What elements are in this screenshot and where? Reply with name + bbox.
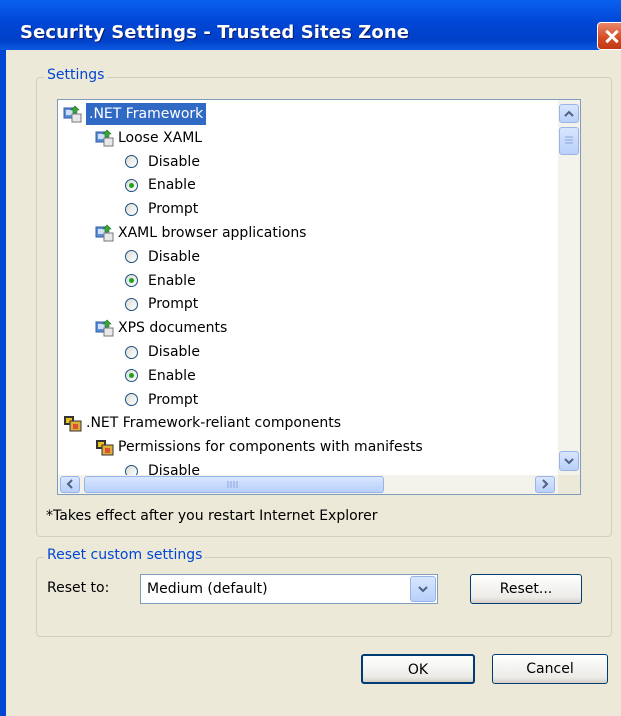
- option-label: Prompt: [148, 201, 199, 218]
- dropdown-button[interactable]: [410, 576, 436, 602]
- grip-icon: [565, 136, 573, 144]
- option-label: Enable: [148, 177, 196, 194]
- category-row[interactable]: .NET Framework-reliant components: [63, 412, 341, 434]
- cancel-button[interactable]: Cancel: [492, 654, 608, 684]
- setting-label: XPS documents: [118, 320, 228, 337]
- setting-row[interactable]: XPS documents: [95, 317, 227, 339]
- radio-button[interactable]: [125, 464, 138, 475]
- option-row[interactable]: Enable: [125, 174, 196, 196]
- scroll-right-button[interactable]: [535, 476, 555, 493]
- close-button[interactable]: [597, 22, 621, 50]
- scroll-thumb-horizontal[interactable]: [84, 476, 384, 493]
- setting-icon: [95, 129, 114, 147]
- reset-button[interactable]: Reset...: [470, 574, 582, 604]
- reset-level-select[interactable]: Medium (default): [140, 574, 438, 604]
- category-row[interactable]: .NET Framework: [63, 103, 207, 125]
- option-label: Prompt: [148, 391, 199, 408]
- option-label: Enable: [148, 272, 196, 289]
- option-row[interactable]: Disable: [125, 246, 200, 268]
- radio-button[interactable]: [125, 155, 138, 169]
- option-row[interactable]: Disable: [125, 460, 200, 475]
- scrollbar-corner: [558, 475, 580, 494]
- setting-label: .NET Framework: [86, 103, 207, 125]
- scroll-thumb-vertical[interactable]: [559, 127, 579, 155]
- reset-legend: Reset custom settings: [44, 547, 206, 563]
- radio-button[interactable]: [125, 274, 138, 288]
- option-row[interactable]: Prompt: [125, 198, 198, 220]
- option-label: Enable: [148, 367, 196, 384]
- settings-tree[interactable]: .NET Framework Loose XAML Disable Enable Pro…: [58, 100, 558, 475]
- window-title: Security Settings - Trusted Sites Zone: [20, 22, 410, 43]
- reset-level-value: Medium (default): [147, 581, 268, 597]
- setting-label: .NET Framework-reliant components: [86, 415, 342, 432]
- setting-row[interactable]: Loose XAML: [95, 127, 202, 149]
- components-icon: [64, 416, 82, 432]
- radio-button[interactable]: [125, 250, 138, 264]
- title-bar: Security Settings - Trusted Sites Zone: [0, 0, 621, 50]
- vertical-scrollbar[interactable]: [558, 100, 580, 475]
- setting-label: XAML browser applications: [118, 225, 307, 241]
- option-row[interactable]: Disable: [125, 151, 200, 173]
- setting-icon: [95, 224, 114, 242]
- setting-row[interactable]: Permissions for components with manifest…: [95, 436, 423, 458]
- radio-button[interactable]: [125, 178, 138, 192]
- radio-button[interactable]: [125, 345, 138, 359]
- ok-button[interactable]: OK: [361, 654, 475, 684]
- radio-button[interactable]: [125, 393, 138, 407]
- net-framework-icon: [63, 105, 82, 123]
- option-label: Prompt: [148, 296, 199, 313]
- radio-button[interactable]: [125, 369, 138, 383]
- option-label: Disable: [148, 463, 200, 475]
- setting-label: Permissions for components with manifest…: [118, 439, 423, 456]
- radio-button[interactable]: [125, 297, 138, 311]
- scroll-down-button[interactable]: [559, 451, 579, 471]
- horizontal-scrollbar[interactable]: [58, 475, 558, 494]
- chevron-up-icon: [564, 110, 574, 117]
- reset-to-label: Reset to:: [47, 580, 110, 596]
- option-row[interactable]: Enable: [125, 365, 196, 387]
- option-label: Disable: [148, 153, 200, 170]
- option-row[interactable]: Disable: [125, 341, 200, 363]
- setting-label: Loose XAML: [118, 129, 203, 146]
- chevron-down-icon: [564, 458, 574, 465]
- chevron-right-icon: [542, 479, 549, 489]
- grip-icon: [227, 481, 238, 488]
- option-label: Disable: [148, 248, 200, 265]
- restart-note: *Takes effect after you restart Internet…: [46, 508, 378, 524]
- scroll-up-button[interactable]: [559, 104, 579, 123]
- option-row[interactable]: Prompt: [125, 293, 198, 315]
- setting-row[interactable]: XAML browser applications: [95, 222, 306, 244]
- components-icon: [96, 440, 114, 456]
- option-row[interactable]: Enable: [125, 270, 196, 292]
- option-row[interactable]: Prompt: [125, 389, 198, 411]
- window-frame-left: [0, 50, 6, 716]
- setting-icon: [95, 319, 114, 337]
- option-label: Disable: [148, 344, 200, 360]
- chevron-left-icon: [66, 479, 73, 489]
- settings-legend: Settings: [44, 67, 108, 83]
- scroll-left-button[interactable]: [60, 476, 80, 493]
- chevron-down-icon: [418, 586, 428, 593]
- radio-button[interactable]: [125, 202, 138, 216]
